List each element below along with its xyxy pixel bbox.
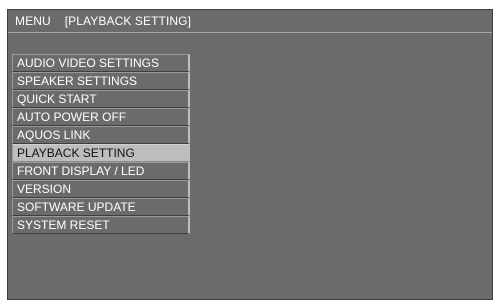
menu-screen: MENU [PLAYBACK SETTING] AUDIO VIDEO SETTI… (7, 9, 493, 300)
menu-title: MENU (15, 14, 51, 28)
menu-item-quick-start[interactable]: QUICK START (12, 90, 190, 108)
title-bar: MENU [PLAYBACK SETTING] (8, 10, 492, 33)
menu-item-playback-setting[interactable]: PLAYBACK SETTING (12, 144, 190, 162)
menu-item-aquos-link[interactable]: AQUOS LINK (12, 126, 190, 144)
settings-menu-list: AUDIO VIDEO SETTINGS SPEAKER SETTINGS QU… (12, 54, 190, 234)
menu-item-auto-power-off[interactable]: AUTO POWER OFF (12, 108, 190, 126)
current-section-title: [PLAYBACK SETTING] (64, 14, 192, 28)
menu-item-front-display-led[interactable]: FRONT DISPLAY / LED (12, 162, 190, 180)
menu-item-speaker-settings[interactable]: SPEAKER SETTINGS (12, 72, 190, 90)
menu-item-software-update[interactable]: SOFTWARE UPDATE (12, 198, 190, 216)
menu-item-audio-video-settings[interactable]: AUDIO VIDEO SETTINGS (12, 54, 190, 72)
menu-item-system-reset[interactable]: SYSTEM RESET (12, 216, 190, 234)
menu-item-version[interactable]: VERSION (12, 180, 190, 198)
